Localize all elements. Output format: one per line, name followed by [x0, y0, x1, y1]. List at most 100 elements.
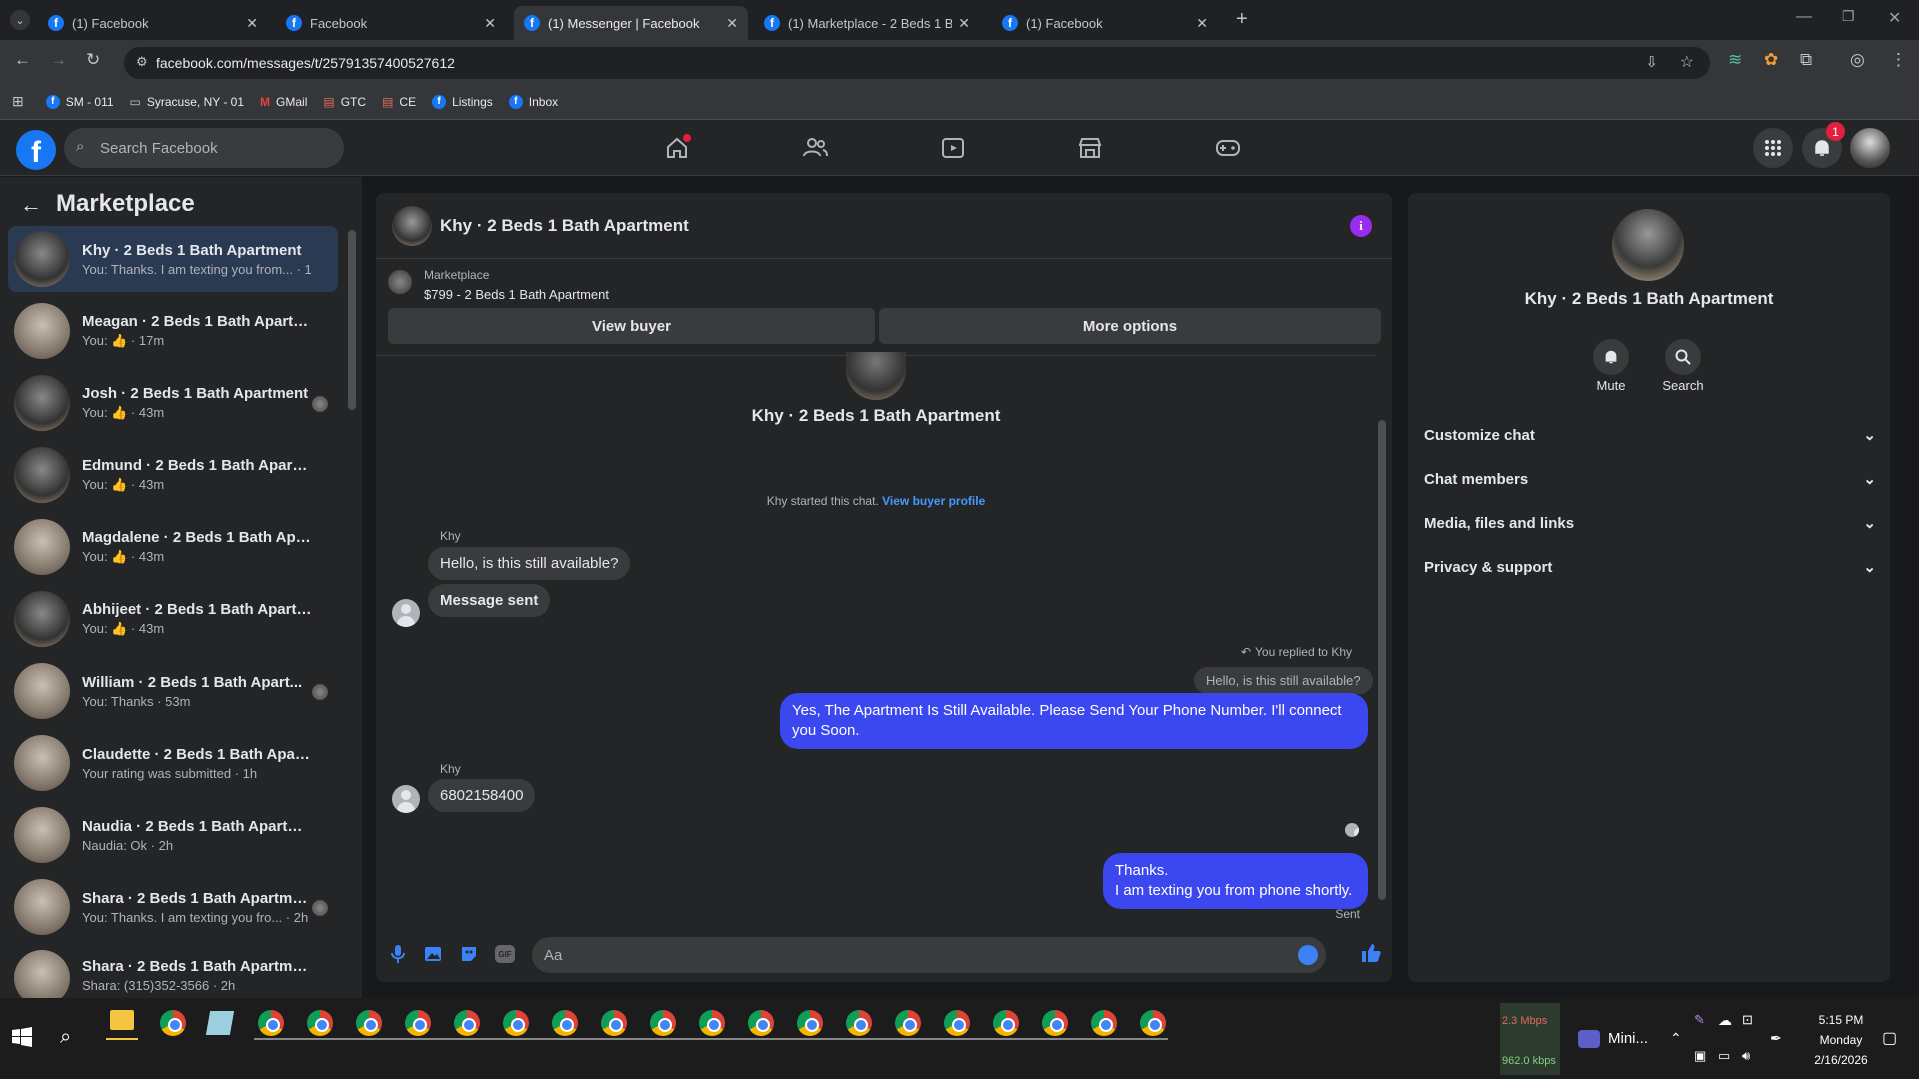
conversation-item[interactable]: Edmund · 2 Beds 1 Bath Apartm... You: 👍 ·… [8, 442, 338, 508]
conversation-item[interactable]: William · 2 Beds 1 Bath Apart... You: Tha… [8, 658, 338, 724]
conversation-item[interactable]: Khy · 2 Beds 1 Bath Apartment You: Thanks… [8, 226, 338, 292]
volume-icon[interactable]: 🔊︎ [1742, 1048, 1750, 1064]
conversation-item[interactable]: Meagan · 2 Beds 1 Bath Apartm... You: 👍 ·… [8, 298, 338, 364]
outgoing-message[interactable]: Thanks. I am texting you from phone shor… [1103, 853, 1368, 909]
conversation-item[interactable]: Magdalene · 2 Beds 1 Bath Apart... You: 👍… [8, 514, 338, 580]
conversation-item[interactable]: Shara · 2 Beds 1 Bath Apartme... You: Tha… [8, 874, 338, 940]
sender-avatar[interactable] [392, 599, 420, 627]
profile-icon[interactable]: ◎ [1850, 50, 1865, 70]
chrome-profile-icon[interactable] [944, 1010, 970, 1036]
system-clock[interactable]: 5:15 PM Monday 2/16/2026 [1796, 1010, 1886, 1070]
notifications-bell-icon[interactable]: 1 [1802, 122, 1845, 168]
chat-scrollbar-thumb[interactable] [1378, 420, 1386, 900]
chrome-profile-icon[interactable] [846, 1010, 872, 1036]
chrome-profile-icon[interactable] [258, 1010, 284, 1036]
bookmark-listings[interactable]: f Listings [432, 94, 493, 109]
tray-chevron-up-icon[interactable]: ⌃ [1670, 1030, 1682, 1047]
chrome-profile-icon[interactable] [601, 1010, 627, 1036]
conversation-item[interactable]: Naudia · 2 Beds 1 Bath Apartment Naudia: … [8, 802, 338, 868]
reload-icon[interactable]: ↻ [86, 50, 100, 70]
windows-start-icon[interactable] [12, 1027, 32, 1047]
chat-avatar[interactable] [392, 206, 432, 246]
tray-display-icon[interactable]: ▣ [1694, 1048, 1706, 1064]
back-arrow-icon[interactable]: ← [20, 192, 42, 218]
facebook-logo[interactable]: f [16, 130, 56, 170]
message-input[interactable]: Aa [532, 937, 1326, 973]
sender-avatar[interactable] [392, 785, 420, 813]
details-avatar[interactable] [1612, 209, 1684, 281]
bookmark-inbox[interactable]: f Inbox [508, 94, 558, 109]
tray-pen-icon[interactable]: ✎ [1694, 1012, 1705, 1028]
new-tab-icon[interactable]: + [1236, 8, 1248, 31]
chat-scrollbar[interactable] [1378, 360, 1386, 905]
chrome-profile-icon[interactable] [993, 1010, 1019, 1036]
forward-icon[interactable]: → [50, 50, 67, 70]
chat-title[interactable]: Khy · 2 Beds 1 Bath Apartment [440, 216, 689, 236]
outgoing-message[interactable]: Yes, The Apartment Is Still Available. P… [780, 693, 1368, 749]
chrome-icon[interactable] [160, 1010, 186, 1036]
chrome-profile-icon[interactable] [895, 1010, 921, 1036]
mute-bell-icon[interactable] [1593, 339, 1629, 375]
thumbs-up-icon[interactable] [1360, 942, 1382, 964]
listing-title[interactable]: $799 - 2 Beds 1 Bath Apartment [424, 287, 609, 302]
address-bar[interactable]: ⚙ facebook.com/messages/t/25791357400527… [124, 47, 1710, 79]
search-label[interactable]: Search [1653, 378, 1713, 393]
chrome-profile-icon[interactable] [1042, 1010, 1068, 1036]
menu-grid-icon[interactable] [1753, 128, 1793, 168]
nav-video-icon[interactable] [937, 132, 969, 164]
onedrive-icon[interactable]: ☁ [1718, 1012, 1732, 1029]
microphone-icon[interactable] [390, 944, 406, 964]
chrome-profile-icon[interactable] [307, 1010, 333, 1036]
tab-messenger[interactable]: f (1) Messenger | Facebook ✕ [514, 6, 748, 40]
nav-friends-icon[interactable] [799, 132, 831, 164]
message-thread[interactable] [376, 355, 1376, 923]
chrome-profile-icon[interactable] [405, 1010, 431, 1036]
apps-grid-icon[interactable]: ⊞ [12, 93, 24, 110]
extensions-puzzle-icon[interactable]: ⧉ [1800, 50, 1812, 70]
tab-facebook-2[interactable]: f Facebook ✕ [276, 6, 506, 40]
quoted-message[interactable]: Hello, is this still available? [1194, 667, 1373, 694]
incoming-message[interactable]: Hello, is this still available? [428, 547, 631, 580]
tab-search-icon[interactable]: ⌄ [10, 10, 30, 30]
chrome-profile-icon[interactable] [503, 1010, 529, 1036]
install-icon[interactable]: ⇩ [1645, 53, 1658, 71]
nav-home-icon[interactable] [661, 132, 693, 164]
conversation-item[interactable]: Abhijeet · 2 Beds 1 Bath Apartm... You: 👍… [8, 586, 338, 652]
chrome-profile-icon[interactable] [797, 1010, 823, 1036]
chrome-profile-icon[interactable] [650, 1010, 676, 1036]
account-avatar[interactable] [1850, 128, 1890, 168]
app-icon[interactable] [205, 1011, 235, 1035]
bookmark-ce[interactable]: ▤ CE [382, 95, 416, 109]
close-icon[interactable]: ✕ [1196, 15, 1208, 32]
conversation-item[interactable]: Josh · 2 Beds 1 Bath Apartment You: 👍 · 4… [8, 370, 338, 436]
chrome-profile-icon[interactable] [748, 1010, 774, 1036]
site-info-icon[interactable]: ⚙ [136, 54, 148, 70]
emoji-icon[interactable] [1298, 945, 1318, 965]
back-icon[interactable]: ← [14, 50, 31, 70]
conversation-item[interactable]: Claudette · 2 Beds 1 Bath Apart... Your r… [8, 730, 338, 796]
bookmark-sm-011[interactable]: f SM - 011 [45, 94, 114, 109]
nav-marketplace-icon[interactable] [1074, 132, 1106, 164]
bookmark-syracuse[interactable]: ▭ Syracuse, NY - 01 [130, 95, 245, 109]
bookmark-gmail[interactable]: M GMail [260, 95, 307, 109]
conversation-item[interactable]: Shara · 2 Beds 1 Bath Apartment Shara: (3… [8, 946, 338, 998]
info-icon[interactable]: i [1350, 215, 1372, 237]
tab-facebook-3[interactable]: f (1) Facebook ✕ [992, 6, 1218, 40]
close-icon[interactable]: ✕ [958, 15, 970, 32]
pen-workspace-icon[interactable]: ✒ [1770, 1030, 1782, 1047]
zoom-icon[interactable] [1578, 1030, 1600, 1048]
taskbar-search-icon[interactable]: ⌕ [60, 1026, 71, 1049]
chrome-profile-icon[interactable] [552, 1010, 578, 1036]
facebook-search-input[interactable]: ⌕ Search Facebook [64, 128, 344, 168]
chrome-profile-icon[interactable] [454, 1010, 480, 1036]
file-explorer-icon[interactable] [110, 1010, 134, 1030]
minimize-icon[interactable]: — [1796, 8, 1812, 26]
tab-facebook-1[interactable]: f (1) Facebook ✕ [38, 6, 268, 40]
more-options-button[interactable]: More options [879, 308, 1381, 344]
bookmark-star-icon[interactable]: ☆ [1680, 52, 1694, 72]
view-buyer-profile-link[interactable]: View buyer profile [882, 494, 985, 508]
incoming-message[interactable]: 6802158400 [428, 779, 536, 812]
tab-marketplace[interactable]: f (1) Marketplace - 2 Beds 1 Bath ✕ [754, 6, 980, 40]
media-files-links-section[interactable]: Media, files and links ⌄ [1424, 505, 1876, 541]
view-buyer-button[interactable]: View buyer [388, 308, 875, 344]
